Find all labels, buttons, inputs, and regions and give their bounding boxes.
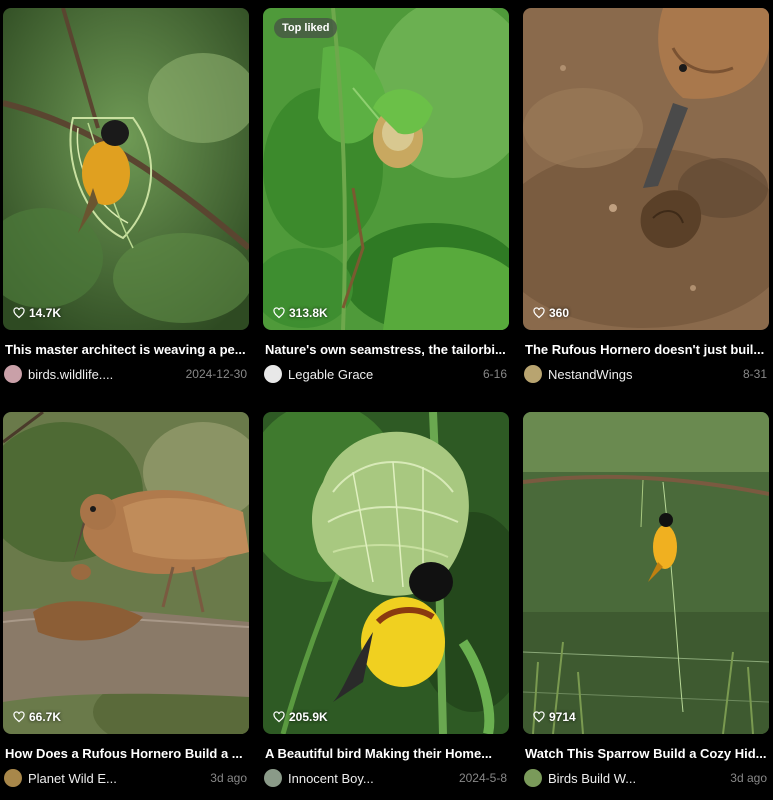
author-avatar[interactable] [4, 769, 22, 787]
video-title[interactable]: The Rufous Hornero doesn't just buil... [523, 341, 769, 359]
video-title[interactable]: A Beautiful bird Making their Home... [263, 745, 509, 763]
video-title[interactable]: How Does a Rufous Hornero Build a ... [3, 745, 249, 763]
post-date: 2024-5-8 [458, 771, 507, 785]
author-name[interactable]: NestandWings [548, 367, 633, 382]
post-date: 2024-12-30 [185, 367, 247, 381]
like-count-value: 9714 [549, 710, 576, 724]
author-name[interactable]: birds.wildlife.... [28, 367, 113, 382]
video-card[interactable]: 9714 Watch This Sparrow Build a Cozy Hid… [523, 412, 769, 788]
video-card[interactable]: 14.7K This master architect is weaving a… [3, 8, 249, 384]
like-count: 9714 [533, 710, 576, 724]
weaver-grass-nest-image [263, 412, 509, 734]
author-name[interactable]: Innocent Boy... [288, 771, 374, 786]
video-thumbnail[interactable]: 360 [523, 8, 769, 330]
video-meta: Legable Grace 6-16 [263, 364, 509, 384]
video-card[interactable]: 205.9K A Beautiful bird Making their Hom… [263, 412, 509, 788]
heart-icon [273, 307, 285, 319]
like-count-value: 205.9K [289, 710, 328, 724]
like-count-value: 66.7K [29, 710, 62, 724]
heart-icon [13, 711, 25, 723]
sparrow-marsh-image [523, 412, 769, 734]
video-thumbnail[interactable]: Top liked 313.8K [263, 8, 509, 330]
author-avatar[interactable] [264, 365, 282, 383]
top-liked-badge: Top liked [274, 18, 338, 38]
heart-icon [273, 711, 285, 723]
author-avatar[interactable] [4, 365, 22, 383]
video-title[interactable]: This master architect is weaving a pe... [3, 341, 249, 359]
video-thumbnail[interactable]: 66.7K [3, 412, 249, 734]
video-card[interactable]: Top liked 313.8K Nature's own seamstress… [263, 8, 509, 384]
post-date: 3d ago [730, 771, 767, 785]
author-avatar[interactable] [524, 769, 542, 787]
author-name[interactable]: Planet Wild E... [28, 771, 117, 786]
author-avatar[interactable] [524, 365, 542, 383]
video-title[interactable]: Watch This Sparrow Build a Cozy Hid... [523, 745, 769, 763]
video-card[interactable]: 360 The Rufous Hornero doesn't just buil… [523, 8, 769, 384]
hornero-branch-image [3, 412, 249, 734]
video-meta: Innocent Boy... 2024-5-8 [263, 768, 509, 788]
heart-icon [13, 307, 25, 319]
heart-icon [533, 711, 545, 723]
like-count: 205.9K [273, 710, 328, 724]
author-avatar[interactable] [264, 769, 282, 787]
like-count-value: 14.7K [29, 306, 62, 320]
author-name[interactable]: Birds Build W... [548, 771, 636, 786]
like-count: 14.7K [13, 306, 61, 320]
hornero-mud-image [523, 8, 769, 330]
video-meta: Birds Build W... 3d ago [523, 768, 769, 788]
video-feed-grid: 14.7K This master architect is weaving a… [0, 0, 773, 800]
video-card[interactable]: 66.7K How Does a Rufous Hornero Build a … [3, 412, 249, 788]
like-count: 313.8K [273, 306, 328, 320]
tailorbird-nest-image [263, 8, 509, 330]
like-count: 360 [533, 306, 569, 320]
video-thumbnail[interactable]: 9714 [523, 412, 769, 734]
like-count-value: 313.8K [289, 306, 328, 320]
author-name[interactable]: Legable Grace [288, 367, 373, 382]
like-count-value: 360 [549, 306, 570, 320]
video-meta: Planet Wild E... 3d ago [3, 768, 249, 788]
video-meta: NestandWings 8-31 [523, 364, 769, 384]
post-date: 8-31 [742, 367, 767, 381]
like-count: 66.7K [13, 710, 61, 724]
video-thumbnail[interactable]: 205.9K [263, 412, 509, 734]
heart-icon [533, 307, 545, 319]
video-title[interactable]: Nature's own seamstress, the tailorbi... [263, 341, 509, 359]
video-thumbnail[interactable]: 14.7K [3, 8, 249, 330]
weaver-nest-image [3, 8, 249, 330]
post-date: 6-16 [482, 367, 507, 381]
video-meta: birds.wildlife.... 2024-12-30 [3, 364, 249, 384]
post-date: 3d ago [210, 771, 247, 785]
